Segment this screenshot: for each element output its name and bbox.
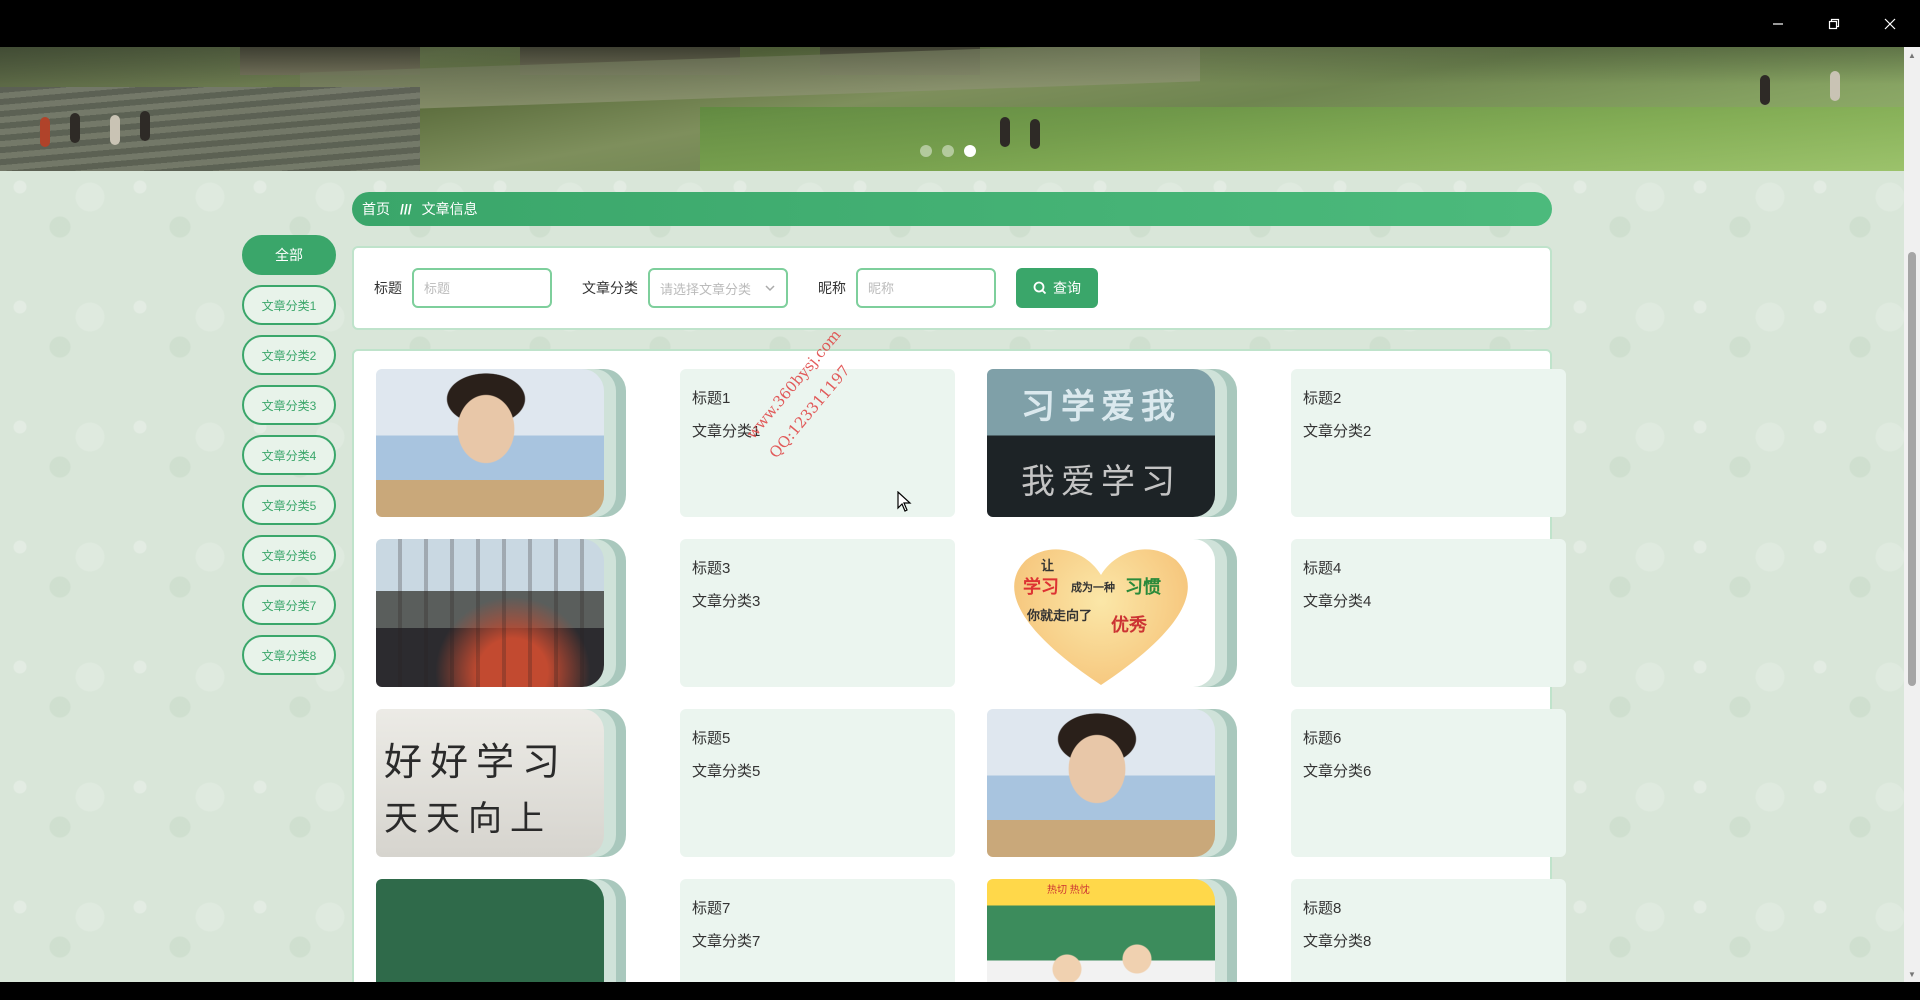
article-card[interactable]: 标题7 文章分类7 [680, 879, 955, 982]
heart-text: 成为一种 [1071, 581, 1115, 594]
classroom-image [987, 709, 1215, 857]
carousel-dot-3[interactable] [964, 145, 976, 157]
carousel-dot-1[interactable] [920, 145, 932, 157]
nickname-label: 昵称 [818, 280, 846, 296]
carousel-dot-2[interactable] [942, 145, 954, 157]
article-thumbnail[interactable] [376, 879, 626, 982]
category-button[interactable]: 文章分类3 [242, 385, 336, 425]
article-category: 文章分类2 [1303, 423, 1372, 440]
category-sidebar: 全部 文章分类1 文章分类2 文章分类3 文章分类4 文章分类5 文章分类6 文… [242, 235, 336, 685]
article-list-panel: 标题1 文章分类1 习学爱我 我爱学习 标题2 文章分类2 标题3 文章分类3 … [352, 349, 1566, 982]
handwriting-image: 好好学习 天天向上 [376, 709, 604, 857]
classroom-image [376, 539, 604, 687]
scrollbar-thumb[interactable] [1908, 252, 1916, 686]
carousel-indicators [920, 145, 976, 157]
article-title: 标题2 [1303, 390, 1342, 407]
article-thumbnail[interactable]: 让 学习 成为一种 习惯 你就走向了 优秀 [987, 539, 1237, 687]
minimize-button[interactable] [1750, 0, 1806, 47]
heart-text: 习惯 [1125, 577, 1161, 598]
category-button[interactable]: 文章分类6 [242, 535, 336, 575]
search-icon [1033, 281, 1047, 295]
article-category: 文章分类3 [692, 593, 761, 610]
chalkboard-image [376, 879, 604, 982]
category-button[interactable]: 文章分类5 [242, 485, 336, 525]
search-button[interactable]: 查询 [1016, 268, 1098, 308]
bottom-edge [0, 982, 1920, 1000]
vertical-scrollbar[interactable]: ▲ ▼ [1904, 47, 1920, 982]
category-button[interactable]: 文章分类2 [242, 335, 336, 375]
article-category: 文章分类1 [692, 423, 761, 440]
close-icon [1884, 18, 1896, 29]
article-category: 文章分类8 [1303, 933, 1372, 950]
article-card[interactable]: 标题8 文章分类8 [1291, 879, 1566, 982]
article-category: 文章分类6 [1303, 763, 1372, 780]
title-search-input[interactable] [412, 268, 552, 308]
article-card[interactable]: 标题4 文章分类4 [1291, 539, 1566, 687]
article-thumbnail[interactable] [376, 539, 626, 687]
banner-carousel [0, 47, 1904, 171]
article-category: 文章分类4 [1303, 593, 1372, 610]
kids-banner-text: 热切 热忱 [1047, 885, 1090, 896]
article-category: 文章分类5 [692, 763, 761, 780]
article-thumbnail[interactable] [987, 709, 1237, 857]
heart-text: 学习 [1023, 577, 1059, 598]
title-label: 标题 [374, 280, 402, 296]
article-thumbnail[interactable]: 好好学习 天天向上 [376, 709, 626, 857]
article-grid: 标题1 文章分类1 习学爱我 我爱学习 标题2 文章分类2 标题3 文章分类3 … [376, 369, 1566, 982]
category-all-button[interactable]: 全部 [242, 235, 336, 275]
article-card[interactable]: 标题5 文章分类5 [680, 709, 955, 857]
handwriting-text: 好好学习 [384, 740, 569, 784]
scroll-up-icon[interactable]: ▲ [1904, 47, 1920, 63]
category-label: 文章分类 [582, 280, 638, 296]
article-title: 标题7 [692, 900, 731, 917]
chevron-down-icon [765, 285, 775, 292]
article-card[interactable]: 标题6 文章分类6 [1291, 709, 1566, 857]
breadcrumb-current: 文章信息 [421, 201, 478, 217]
search-form: 标题 文章分类 请选择文章分类 昵称 查询 [352, 246, 1552, 330]
handwriting-text: 天天向上 [384, 799, 552, 839]
heart-poster-image: 让 学习 成为一种 习惯 你就走向了 优秀 [987, 539, 1215, 687]
minimize-icon [1773, 22, 1783, 25]
heart-text: 你就走向了 [1027, 609, 1093, 624]
category-select-placeholder: 请选择文章分类 [660, 281, 752, 297]
heart-text: 优秀 [1111, 615, 1147, 636]
article-title: 标题6 [1303, 730, 1342, 747]
breadcrumb-home-link[interactable]: 首页 [362, 199, 390, 219]
category-button[interactable]: 文章分类4 [242, 435, 336, 475]
breadcrumb-separator: /// [400, 201, 412, 217]
category-button[interactable]: 文章分类7 [242, 585, 336, 625]
article-thumbnail[interactable]: 习学爱我 我爱学习 [987, 369, 1237, 517]
category-button[interactable]: 文章分类1 [242, 285, 336, 325]
nickname-search-input[interactable] [856, 268, 996, 308]
article-title: 标题8 [1303, 900, 1342, 917]
article-category: 文章分类7 [692, 933, 761, 950]
stamp-text-bottom: 我爱学习 [1021, 462, 1181, 502]
article-title: 标题1 [692, 390, 731, 407]
close-button[interactable] [1862, 0, 1918, 47]
article-thumbnail[interactable]: 热切 热忱 [987, 879, 1237, 982]
search-button-label: 查询 [1053, 280, 1081, 296]
category-button[interactable]: 文章分类8 [242, 635, 336, 675]
classroom-kids-image: 热切 热忱 [987, 879, 1215, 982]
classroom-image [376, 369, 604, 517]
scroll-down-icon[interactable]: ▼ [1904, 966, 1920, 982]
article-card[interactable]: 标题3 文章分类3 [680, 539, 955, 687]
article-card[interactable]: 标题2 文章分类2 [1291, 369, 1566, 517]
breadcrumb: 首页 /// 文章信息 [352, 192, 1552, 226]
stamp-text-top: 习学爱我 [1021, 387, 1181, 427]
article-card[interactable]: 标题1 文章分类1 [680, 369, 955, 517]
category-select[interactable]: 请选择文章分类 [648, 268, 788, 308]
page-viewport: 首页 /// 文章信息 全部 文章分类1 文章分类2 文章分类3 文章分类4 文… [0, 47, 1904, 982]
mouse-cursor-icon [897, 491, 912, 512]
window-titlebar [0, 0, 1920, 47]
article-title: 标题5 [692, 730, 731, 747]
article-title: 标题4 [1303, 560, 1342, 577]
heart-text: 让 [1041, 559, 1055, 574]
restore-icon [1828, 18, 1840, 29]
restore-button[interactable] [1806, 0, 1862, 47]
article-thumbnail[interactable] [376, 369, 626, 517]
article-title: 标题3 [692, 560, 731, 577]
stamp-image: 习学爱我 我爱学习 [987, 369, 1215, 517]
